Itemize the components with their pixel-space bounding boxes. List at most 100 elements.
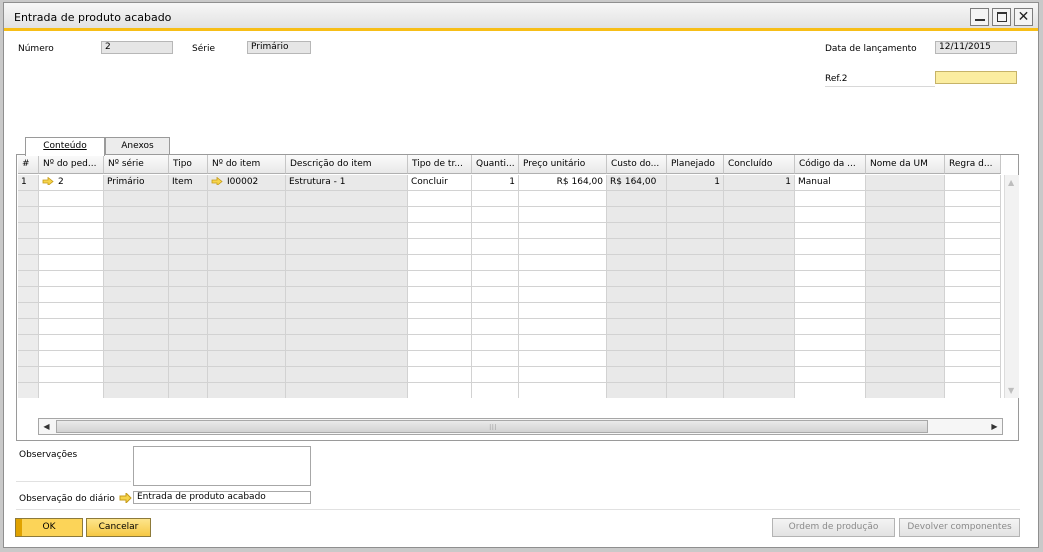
empty-cell[interactable] xyxy=(667,335,724,351)
empty-cell[interactable] xyxy=(667,255,724,271)
cancel-button[interactable]: Cancelar xyxy=(86,518,151,537)
empty-cell[interactable] xyxy=(18,271,39,287)
empty-cell[interactable] xyxy=(667,223,724,239)
empty-cell[interactable] xyxy=(39,335,104,351)
column-header[interactable]: Regra d... xyxy=(945,155,1001,174)
empty-cell[interactable] xyxy=(408,303,472,319)
empty-cell[interactable] xyxy=(39,303,104,319)
empty-cell[interactable] xyxy=(39,351,104,367)
observacoes-textarea[interactable] xyxy=(133,446,311,486)
empty-cell[interactable] xyxy=(472,239,519,255)
empty-cell[interactable] xyxy=(472,335,519,351)
empty-cell[interactable] xyxy=(795,287,866,303)
empty-cell[interactable] xyxy=(18,207,39,223)
empty-cell[interactable] xyxy=(208,191,286,207)
table-cell[interactable]: Manual xyxy=(795,175,866,191)
column-header[interactable]: Nº do ped... xyxy=(39,155,104,174)
empty-cell[interactable] xyxy=(408,287,472,303)
empty-cell[interactable] xyxy=(866,335,945,351)
empty-cell[interactable] xyxy=(519,239,607,255)
empty-cell[interactable] xyxy=(519,207,607,223)
empty-cell[interactable] xyxy=(945,207,1001,223)
empty-cell[interactable] xyxy=(724,319,795,335)
empty-cell[interactable] xyxy=(667,303,724,319)
empty-cell[interactable] xyxy=(724,255,795,271)
empty-cell[interactable] xyxy=(607,255,667,271)
empty-cell[interactable] xyxy=(866,383,945,398)
empty-cell[interactable] xyxy=(408,207,472,223)
empty-cell[interactable] xyxy=(408,383,472,398)
empty-cell[interactable] xyxy=(286,239,408,255)
empty-cell[interactable] xyxy=(607,223,667,239)
empty-cell[interactable] xyxy=(667,351,724,367)
empty-cell[interactable] xyxy=(667,319,724,335)
empty-cell[interactable] xyxy=(286,303,408,319)
empty-cell[interactable] xyxy=(724,223,795,239)
empty-cell[interactable] xyxy=(169,367,208,383)
empty-cell[interactable] xyxy=(472,271,519,287)
empty-cell[interactable] xyxy=(208,319,286,335)
empty-cell[interactable] xyxy=(408,319,472,335)
column-header[interactable]: Código da ... xyxy=(795,155,866,174)
empty-cell[interactable] xyxy=(169,383,208,398)
empty-cell[interactable] xyxy=(208,335,286,351)
data-lancamento-field[interactable]: 12/11/2015 xyxy=(935,41,1017,54)
empty-cell[interactable] xyxy=(169,335,208,351)
empty-cell[interactable] xyxy=(39,191,104,207)
empty-cell[interactable] xyxy=(18,255,39,271)
empty-cell[interactable] xyxy=(408,255,472,271)
empty-cell[interactable] xyxy=(795,207,866,223)
table-cell[interactable]: Primário xyxy=(104,175,169,191)
empty-cell[interactable] xyxy=(519,223,607,239)
empty-cell[interactable] xyxy=(208,239,286,255)
empty-cell[interactable] xyxy=(945,383,1001,398)
empty-cell[interactable] xyxy=(286,207,408,223)
empty-cell[interactable] xyxy=(795,367,866,383)
empty-cell[interactable] xyxy=(286,271,408,287)
table-cell[interactable]: Concluir xyxy=(408,175,472,191)
empty-cell[interactable] xyxy=(208,383,286,398)
empty-cell[interactable] xyxy=(472,223,519,239)
column-header[interactable]: Tipo de tr... xyxy=(408,155,472,174)
empty-cell[interactable] xyxy=(472,303,519,319)
empty-cell[interactable] xyxy=(104,367,169,383)
column-header[interactable]: Preço unitário xyxy=(519,155,607,174)
empty-cell[interactable] xyxy=(18,191,39,207)
empty-cell[interactable] xyxy=(607,367,667,383)
empty-cell[interactable] xyxy=(519,191,607,207)
empty-cell[interactable] xyxy=(18,383,39,398)
empty-cell[interactable] xyxy=(607,239,667,255)
empty-cell[interactable] xyxy=(667,287,724,303)
empty-cell[interactable] xyxy=(607,287,667,303)
ordem-producao-button[interactable]: Ordem de produção xyxy=(772,518,895,537)
empty-cell[interactable] xyxy=(519,303,607,319)
empty-cell[interactable] xyxy=(945,335,1001,351)
empty-cell[interactable] xyxy=(795,239,866,255)
empty-cell[interactable] xyxy=(945,351,1001,367)
empty-cell[interactable] xyxy=(169,191,208,207)
empty-cell[interactable] xyxy=(667,271,724,287)
empty-cell[interactable] xyxy=(39,223,104,239)
empty-cell[interactable] xyxy=(104,223,169,239)
empty-cell[interactable] xyxy=(18,223,39,239)
empty-cell[interactable] xyxy=(104,239,169,255)
empty-cell[interactable] xyxy=(104,351,169,367)
link-arrow-icon[interactable] xyxy=(211,177,223,185)
empty-cell[interactable] xyxy=(519,287,607,303)
empty-cell[interactable] xyxy=(607,351,667,367)
empty-cell[interactable] xyxy=(169,255,208,271)
empty-cell[interactable] xyxy=(408,191,472,207)
table-cell[interactable]: R$ 164,00 xyxy=(607,175,667,191)
empty-cell[interactable] xyxy=(795,303,866,319)
table-cell[interactable]: 1 xyxy=(18,175,39,191)
empty-cell[interactable] xyxy=(472,255,519,271)
empty-cell[interactable] xyxy=(408,223,472,239)
empty-cell[interactable] xyxy=(408,271,472,287)
empty-cell[interactable] xyxy=(18,239,39,255)
empty-cell[interactable] xyxy=(104,191,169,207)
table-cell[interactable] xyxy=(866,175,945,191)
empty-cell[interactable] xyxy=(104,319,169,335)
scroll-left-icon[interactable]: ◀ xyxy=(39,419,54,434)
empty-cell[interactable] xyxy=(795,255,866,271)
empty-cell[interactable] xyxy=(724,367,795,383)
